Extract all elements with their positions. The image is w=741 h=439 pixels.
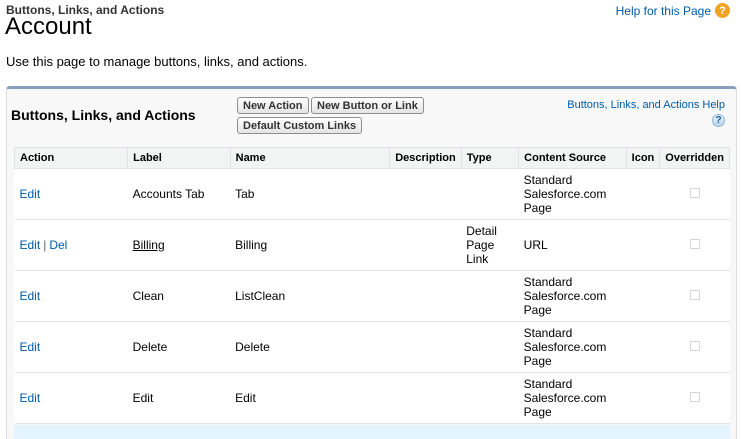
name-cell: Billing [230,219,390,271]
icon-cell [626,168,660,220]
type-cell [461,372,519,424]
action-separator: | [43,238,47,252]
column-header-content-source[interactable]: Content Source [518,147,627,169]
content-source-line: Standard [523,377,573,391]
overridden-checkbox [689,341,700,351]
panel-title: Buttons, Links, and Actions [11,107,196,123]
content-source-line: Page [523,405,552,419]
label-cell: Edit [127,372,231,424]
edit-link[interactable]: Edit [20,238,41,252]
type-line: Detail [466,224,497,238]
overridden-cell [659,219,730,271]
action-cell: Edit [14,372,128,424]
content-source-line: Page [523,201,552,215]
help-for-page-link[interactable]: Help for this Page [616,4,711,18]
overridden-checkbox [689,392,700,402]
icon-cell [626,270,660,322]
name-cell: Edit [230,372,390,424]
page-title: Account [5,13,92,40]
action-cell: Edit [14,270,128,322]
content-source-line: Standard [523,173,573,187]
column-header-type[interactable]: Type [460,147,520,169]
name-cell: Delete [230,321,390,373]
table-row: Edit Delete Delete Standard Salesforce.c… [14,321,730,373]
column-header-description[interactable]: Description [389,147,462,169]
help-question-icon[interactable]: ? [715,3,730,18]
column-header-action[interactable]: Action [13,147,129,169]
label-cell: Accounts Tab [127,168,231,220]
content-source-line: Page [523,354,552,368]
name-cell: Tab [230,168,390,220]
content-source-line: Standard [523,326,573,340]
content-source-line: Salesforce.com [523,289,607,303]
column-header-icon[interactable]: Icon [625,147,661,169]
default-custom-links-button[interactable]: Default Custom Links [237,117,363,134]
content-source-cell: URL [518,219,627,271]
content-source-line: Standard [523,275,573,289]
content-source-cell: Standard Salesforce.com Page [518,321,627,373]
type-cell [461,168,519,220]
help-for-page[interactable]: Help for this Page ? [616,3,730,18]
icon-cell [626,321,660,373]
action-cell: Edit | Del [14,219,128,271]
panel-help-link[interactable]: Buttons, Links, and Actions Help [567,99,725,111]
table-row: Edit | Del Billing Billing Detail Page Lin… [14,219,730,271]
content-source-line: Salesforce.com [523,391,607,405]
action-cell: Edit [14,321,128,373]
type-line: Page [466,238,495,252]
new-button-or-link-button[interactable]: New Button or Link [311,97,424,114]
overridden-checkbox [689,188,700,198]
column-header-overridden[interactable]: Overridden [659,147,730,169]
edit-link[interactable]: Edit [20,391,41,405]
buttons-links-actions-panel: Buttons, Links, and Actions New Action N… [6,86,737,439]
label-cell: Clean [127,270,231,322]
help-question-icon-blue[interactable]: ? [712,114,725,127]
icon-cell [626,219,660,271]
label-cell: Delete [127,321,231,373]
new-action-button[interactable]: New Action [237,97,309,114]
label-cell: Billing [127,219,231,271]
description-cell [389,321,462,373]
edit-link[interactable]: Edit [20,187,41,201]
content-source-line: Salesforce.com [523,187,607,201]
overridden-cell [659,168,730,220]
overridden-checkbox [689,290,700,300]
name-cell: ListClean [230,270,390,322]
type-line: Link [466,252,489,266]
overridden-cell [659,321,730,373]
overridden-cell [659,270,730,322]
description-cell [389,372,462,424]
type-cell [461,270,519,322]
description-cell [389,219,462,271]
edit-link[interactable]: Edit [20,289,41,303]
column-header-name[interactable]: Name [229,147,391,169]
content-source-line: Salesforce.com [523,340,607,354]
buttons-links-table: Action Label Name Description Type Conte… [13,147,730,424]
icon-cell [626,372,660,424]
overridden-checkbox [689,239,700,249]
table-row: Edit Edit Edit Standard Salesforce.com P… [14,372,730,424]
page-description: Use this page to manage buttons, links, … [6,54,308,69]
description-cell [389,168,462,220]
content-source-cell: Standard Salesforce.com Page [518,270,627,322]
next-table-row-highlight [14,425,730,439]
column-header-label[interactable]: Label [127,147,231,169]
table-row: Edit Accounts Tab Tab Standard Salesforc… [14,168,730,220]
edit-link[interactable]: Edit [20,340,41,354]
delete-link[interactable]: Del [49,238,67,252]
label-link[interactable]: Billing [133,238,165,252]
type-cell: Detail Page Link [461,219,519,271]
action-cell: Edit [14,168,128,220]
table-row: Edit Clean ListClean Standard Salesforce… [14,270,730,322]
content-source-line: Page [523,303,552,317]
type-cell [461,321,519,373]
content-source-cell: Standard Salesforce.com Page [518,168,627,220]
overridden-cell [659,372,730,424]
description-cell [389,270,462,322]
content-source-cell: Standard Salesforce.com Page [518,372,627,424]
table-header-row: Action Label Name Description Type Conte… [13,147,730,169]
